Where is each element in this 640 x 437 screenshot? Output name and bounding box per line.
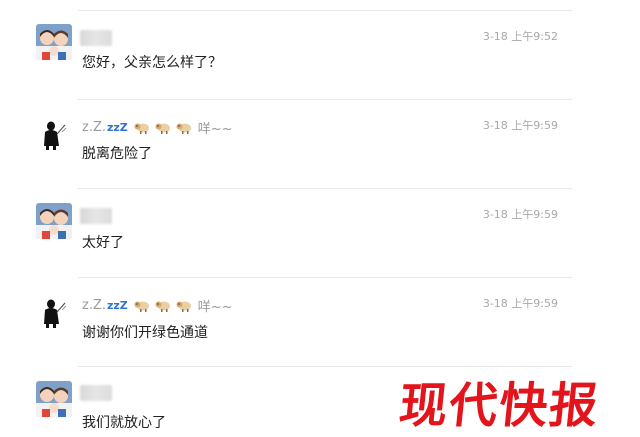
chat-message: z.Z. zzZ 咩~~ 3-18 上午9:59 脱离危险了 <box>0 99 640 188</box>
family-avatar[interactable] <box>36 24 72 60</box>
family-avatar[interactable] <box>36 381 72 417</box>
nickname-suffix: 咩~~ <box>197 300 233 315</box>
message-time: 3-18 上午9:59 <box>482 297 558 310</box>
doctor-avatar[interactable] <box>36 116 72 152</box>
sender-name-blurred <box>80 208 112 224</box>
message-time: 3-18 上午9:59 <box>482 119 558 132</box>
nickname-prefix: z.Z. <box>82 298 106 313</box>
chat-message: 3-18 上午9:59 太好了 <box>0 188 640 277</box>
message-text: 您好，父亲怎么样了？ <box>82 55 222 71</box>
sheep-emoji-icon <box>155 301 170 312</box>
sleep-zz-icon: zzZ <box>107 299 128 312</box>
message-divider <box>78 10 572 11</box>
chat-history: 3-18 上午9:52 您好，父亲怎么样了？ z.Z. zzZ 咩~~ 3-18 <box>0 0 640 437</box>
doctor-avatar[interactable] <box>36 294 72 330</box>
message-text: 我们就放心了 <box>82 415 166 431</box>
sender-name-blurred <box>80 385 112 401</box>
message-text: 太好了 <box>82 235 124 251</box>
message-text: 脱离危险了 <box>82 146 152 162</box>
message-divider <box>78 99 572 100</box>
message-time: 3-18 上午9:59 <box>482 208 558 221</box>
sheep-emoji-icon <box>176 301 191 312</box>
nickname-suffix: 咩~~ <box>197 122 233 137</box>
message-time: 3-18 上午9:52 <box>482 30 558 43</box>
nickname-prefix: z.Z. <box>82 120 106 135</box>
sender-name-blurred <box>80 30 112 46</box>
message-divider <box>78 188 572 189</box>
chat-message: 3-18 上午9:52 您好，父亲怎么样了？ <box>0 10 640 99</box>
family-avatar[interactable] <box>36 203 72 239</box>
doctor-nickname: z.Z. zzZ 咩~~ <box>82 118 233 137</box>
message-divider <box>78 277 572 278</box>
doctor-nickname: z.Z. zzZ 咩~~ <box>82 296 233 315</box>
sheep-emoji-icon <box>134 301 149 312</box>
sheep-emoji-icon <box>155 123 170 134</box>
sleep-zz-icon: zzZ <box>107 121 128 134</box>
sheep-emoji-icon <box>134 123 149 134</box>
xiandai-kuaibao-watermark: 现代快报 <box>396 378 603 434</box>
chat-message: z.Z. zzZ 咩~~ 3-18 上午9:59 谢谢你们开绿色通道 <box>0 277 640 366</box>
message-text: 谢谢你们开绿色通道 <box>82 325 208 341</box>
sheep-emoji-icon <box>176 123 191 134</box>
